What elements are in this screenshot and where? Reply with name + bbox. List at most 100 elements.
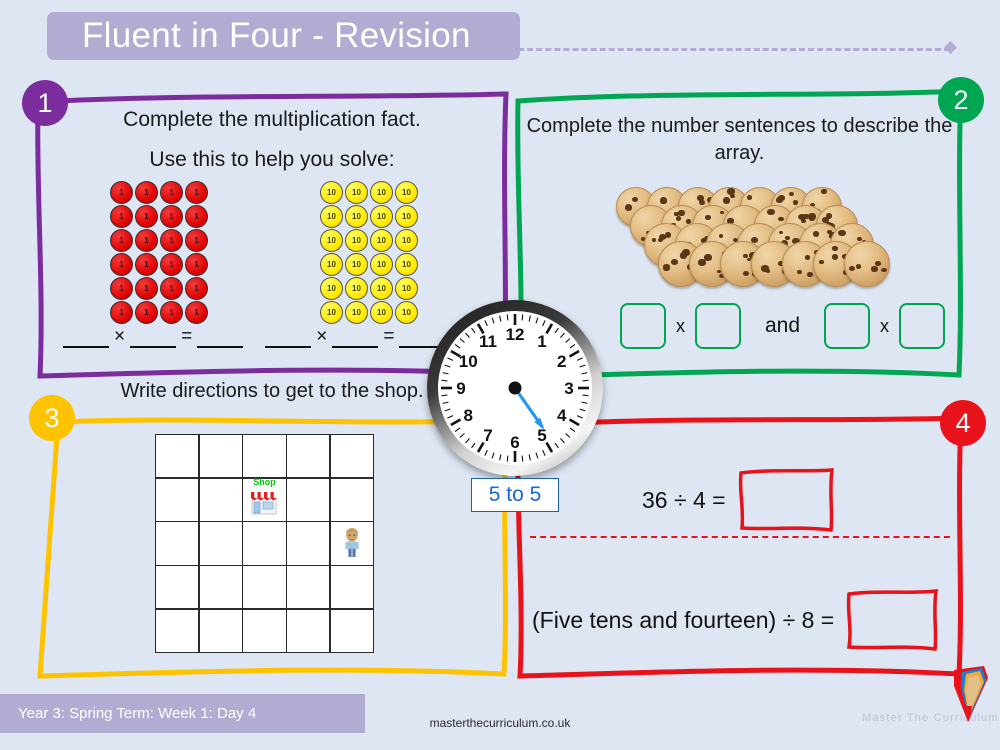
clock-minor-tick — [442, 372, 449, 375]
clock-numeral-9: 9 — [456, 379, 465, 398]
grid-cell[interactable]: Shop — [243, 476, 286, 521]
chocolate-chip — [742, 270, 750, 277]
grid-cell[interactable] — [287, 566, 330, 609]
grid-cell[interactable] — [330, 566, 373, 609]
chocolate-chip — [767, 209, 775, 216]
answer-box-4a[interactable] — [736, 466, 836, 534]
clock-minor-tick — [569, 344, 576, 349]
counter-ten: 10 — [370, 205, 393, 228]
grid-cell[interactable] — [156, 566, 199, 609]
grid-cell[interactable] — [287, 478, 330, 521]
grid-cell[interactable] — [243, 435, 286, 478]
answer-box-4b-outline — [847, 588, 939, 651]
answer-box-2b[interactable] — [695, 303, 741, 349]
grid-cell[interactable] — [156, 478, 199, 521]
chocolate-chip — [848, 265, 856, 272]
blank-2b[interactable] — [332, 332, 379, 348]
grid-cell[interactable] — [156, 435, 199, 478]
chocolate-chip — [821, 189, 827, 194]
clock-minor-tick — [569, 427, 576, 432]
chocolate-chip — [855, 264, 862, 269]
counter-ten: 10 — [395, 253, 418, 276]
chocolate-chip — [797, 269, 802, 274]
blank-1c[interactable] — [197, 332, 244, 348]
chocolate-chip — [838, 230, 846, 237]
blank-1b[interactable] — [130, 332, 177, 348]
footer-url: masterthecurriculum.co.uk — [429, 716, 571, 730]
page-title: Fluent in Four - Revision — [82, 16, 471, 55]
grid-cell[interactable] — [199, 609, 242, 652]
chocolate-chip — [675, 215, 682, 221]
clock-minor-tick — [528, 315, 531, 322]
chocolate-chip — [804, 255, 811, 260]
chocolate-chip — [870, 265, 878, 272]
chocolate-chip — [631, 196, 639, 203]
panel-1-subheading: Use this to help you solve: — [149, 148, 395, 171]
blank-1a[interactable] — [63, 332, 109, 348]
grid-cell[interactable] — [199, 566, 242, 609]
clock-numeral-10: 10 — [459, 352, 478, 371]
grid-cell[interactable] — [199, 522, 242, 565]
counter-ten: 10 — [320, 181, 343, 204]
grid-cell[interactable] — [243, 566, 286, 609]
clock-minor-tick — [535, 452, 539, 459]
counter-one: 1 — [135, 301, 158, 324]
counter-one: 1 — [135, 253, 158, 276]
answer-box-2d[interactable] — [899, 303, 946, 349]
clock-minor-tick — [581, 372, 588, 375]
clock-minor-tick — [491, 452, 495, 459]
counter-ten: 10 — [345, 253, 368, 276]
grid-cell[interactable] — [156, 609, 199, 652]
shop-label: Shop — [253, 476, 276, 487]
counter-one: 1 — [160, 253, 183, 276]
clock-minor-tick — [447, 415, 454, 419]
clock-numeral-2: 2 — [557, 352, 566, 371]
clock-numeral-6: 6 — [510, 433, 519, 452]
direction-grid[interactable]: Shop — [155, 434, 374, 653]
counter-ten: 10 — [370, 229, 393, 252]
equation-1-text: 36 ÷ 4 = — [642, 486, 726, 513]
grid-cell[interactable] — [330, 522, 373, 565]
clock-minor-tick — [542, 449, 546, 456]
clock-minor-tick — [459, 433, 465, 438]
grid-cell[interactable] — [330, 478, 373, 521]
panel-number-badge-4: 4 — [940, 400, 986, 446]
counter-one: 1 — [185, 301, 208, 324]
grid-cell[interactable] — [287, 522, 330, 565]
panel-1-heading: Complete the multiplication fact. — [123, 108, 421, 131]
answer-box-4b[interactable] — [844, 588, 940, 652]
chocolate-chip — [831, 253, 839, 260]
grid-cell[interactable] — [199, 478, 242, 521]
counter-ten: 10 — [320, 229, 343, 252]
answer-box-2c[interactable] — [824, 303, 871, 349]
clock-minor-tick — [506, 455, 509, 462]
title-end-diamond — [944, 41, 957, 54]
clock-minor-tick — [560, 438, 565, 444]
clock-minor-tick — [506, 314, 509, 321]
grid-cell[interactable] — [287, 435, 330, 478]
counter-one: 1 — [185, 205, 208, 228]
clock-minor-tick — [471, 327, 476, 334]
clock-minor-tick — [528, 454, 531, 461]
clock-minor-tick — [521, 455, 524, 462]
blank-2a[interactable] — [265, 332, 312, 348]
clock-numeral-7: 7 — [483, 426, 492, 445]
answer-box-2a[interactable] — [620, 303, 666, 349]
grid-cell[interactable] — [330, 435, 373, 478]
clock-major-tick — [545, 323, 554, 335]
clock-minor-tick — [491, 317, 495, 324]
grid-cell[interactable] — [199, 435, 242, 478]
counter-one: 1 — [135, 277, 158, 300]
grid-cell[interactable] — [243, 609, 286, 652]
clock-minor-tick — [499, 454, 502, 461]
panel-1-answer-lines[interactable]: × = × = — [60, 326, 480, 348]
counter-one: 1 — [160, 181, 183, 204]
counter-ten: 10 — [395, 205, 418, 228]
grid-cell[interactable] — [156, 522, 199, 565]
equation-row-2: (Five tens and fourteen) ÷ 8 = — [532, 588, 940, 652]
grid-cell[interactable] — [243, 522, 286, 565]
grid-cell[interactable] — [287, 609, 330, 652]
clock-minor-tick — [554, 442, 559, 449]
counter-ten: 10 — [345, 301, 368, 324]
grid-cell[interactable] — [330, 609, 373, 652]
